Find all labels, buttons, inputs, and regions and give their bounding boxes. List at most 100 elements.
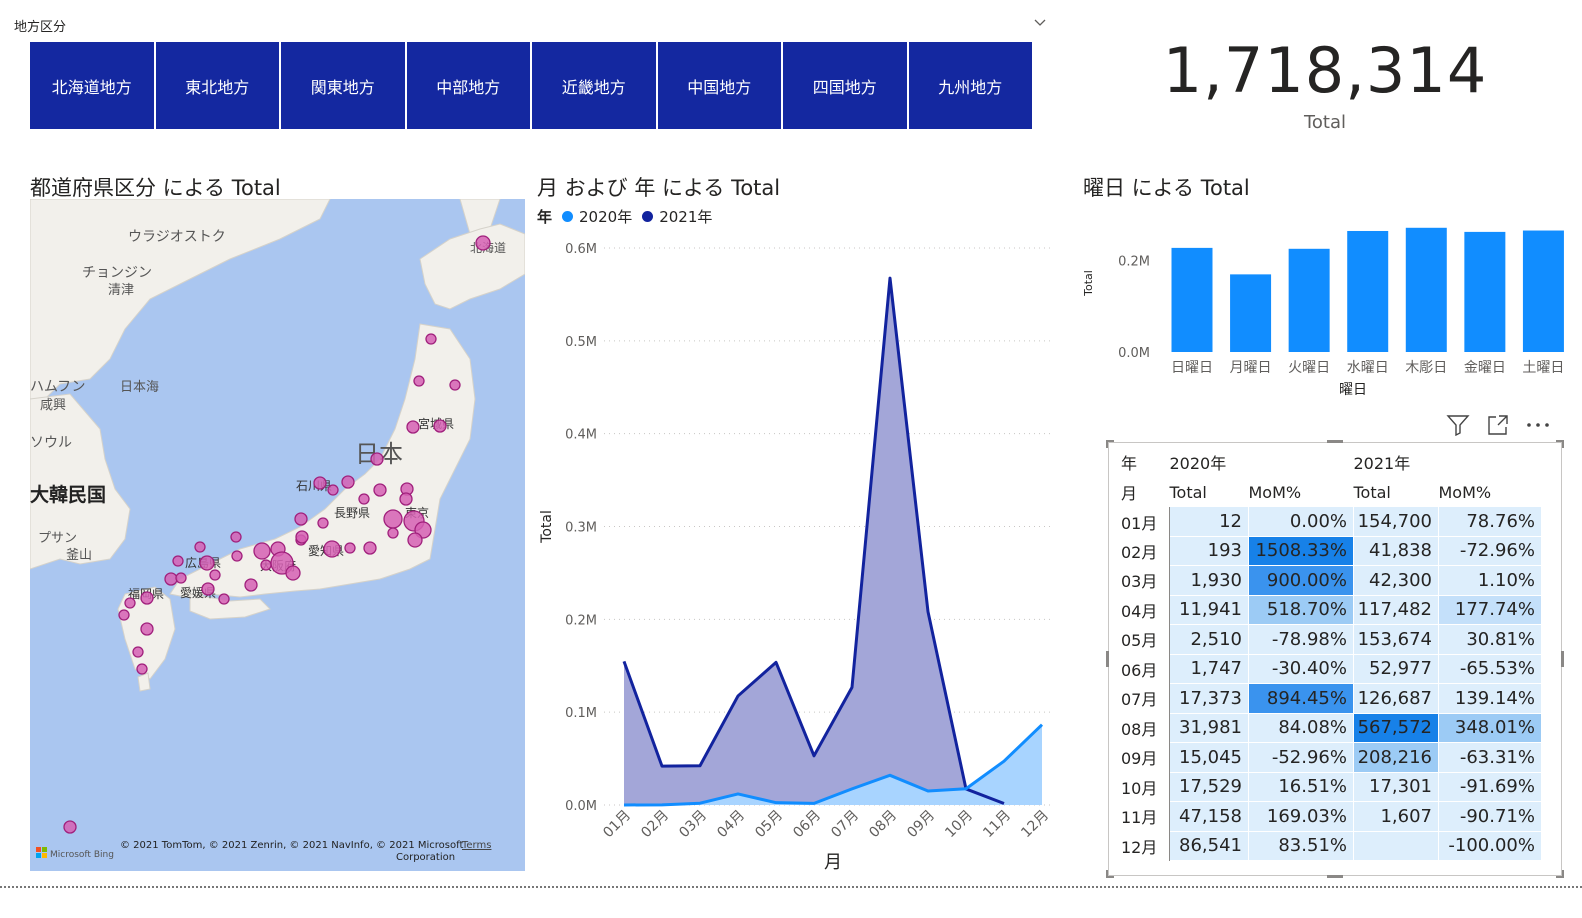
matrix-cell-total-2020[interactable]: 11,941	[1169, 595, 1249, 625]
matrix-cell-mom-2020[interactable]: 518.70%	[1248, 595, 1354, 625]
region-button-hokkaido[interactable]: 北海道地方	[30, 42, 156, 129]
matrix-row[interactable]: 03月 1,930 900.00% 42,300 1.10%	[1115, 565, 1542, 596]
matrix-visual[interactable]: 年 2020年 2021年 月 Total MoM% Total MoM% 01…	[1106, 440, 1564, 878]
matrix-cell-total-2020[interactable]: 17,373	[1169, 683, 1249, 714]
map-bubble[interactable]	[358, 493, 370, 505]
map-canvas[interactable]: ウラジオストク チョンジン 清津 ハムフン 咸興 ソウル 大韓民国 プサン 釜山…	[30, 199, 525, 871]
map-bubble[interactable]	[136, 663, 148, 675]
matrix-row[interactable]: 07月 17,373 894.45% 126,687 139.14%	[1115, 683, 1542, 714]
matrix-row[interactable]: 09月 15,045 -52.96% 208,216 -63.31%	[1115, 742, 1542, 773]
legend-item-2021[interactable]: 2021年	[659, 206, 712, 227]
matrix-cell-total-2020[interactable]: 1,747	[1169, 654, 1249, 684]
map-bubble[interactable]	[253, 542, 271, 560]
weekday-bar[interactable]	[1405, 227, 1447, 352]
resize-handle[interactable]	[1327, 875, 1343, 878]
matrix-row-header[interactable]: 03月	[1115, 565, 1170, 595]
matrix-cell-total-2021[interactable]	[1353, 831, 1439, 861]
matrix-cell-mom-2020[interactable]: 1508.33%	[1248, 536, 1354, 566]
matrix-cell-total-2021[interactable]: 153,674	[1353, 624, 1439, 655]
line-chart[interactable]: 0.0M 0.1M 0.2M 0.3M 0.4M 0.5M 0.6M Total 01月 02月 0…	[537, 230, 1057, 880]
map-bubble[interactable]	[399, 492, 413, 506]
matrix-header-mom-2021[interactable]: MoM%	[1439, 477, 1542, 507]
matrix-row[interactable]: 08月 31,981 84.08% 567,572 348.01%	[1115, 713, 1542, 743]
matrix-cell-mom-2020[interactable]: 169.03%	[1248, 801, 1354, 832]
map-bubble[interactable]	[407, 532, 423, 548]
map-bubble[interactable]	[373, 483, 387, 497]
map-bubble[interactable]	[164, 572, 178, 586]
weekday-bar-chart[interactable]: 0.0M 0.2M Total 日曜日 月曜日 火曜日 水曜日 木彫日 金曜日 土曜日 曜日	[1078, 205, 1568, 405]
matrix-cell-mom-2021[interactable]: -65.53%	[1438, 654, 1542, 684]
matrix-header-2021[interactable]: 2021年	[1354, 447, 1439, 477]
matrix-cell-mom-2021[interactable]: -91.69%	[1438, 772, 1542, 802]
matrix-cell-total-2020[interactable]: 47,158	[1169, 801, 1249, 832]
matrix-row[interactable]: 11月 47,158 169.03% 1,607 -90.71%	[1115, 801, 1542, 832]
matrix-cell-mom-2020[interactable]: -78.98%	[1248, 624, 1354, 655]
matrix-cell-mom-2021[interactable]: -100.00%	[1438, 831, 1542, 861]
map-bubble[interactable]	[218, 593, 230, 605]
map-bubble[interactable]	[118, 609, 130, 621]
resize-handle[interactable]	[1562, 870, 1564, 878]
area-series-2021[interactable]	[624, 278, 1004, 805]
resize-handle[interactable]	[1106, 651, 1109, 667]
weekday-bar[interactable]	[1347, 230, 1389, 352]
matrix-cell-mom-2021[interactable]: -72.96%	[1438, 536, 1542, 566]
matrix-cell-mom-2020[interactable]: 83.51%	[1248, 831, 1354, 861]
matrix-header-total-2021[interactable]: Total	[1354, 477, 1439, 507]
matrix-row-header[interactable]: 05月	[1115, 624, 1170, 654]
matrix-cell-total-2021[interactable]: 208,216	[1353, 742, 1439, 773]
weekday-bar[interactable]	[1288, 248, 1330, 352]
map-bubble[interactable]	[175, 572, 187, 584]
map-bubble[interactable]	[313, 476, 327, 490]
map-bubble[interactable]	[406, 420, 420, 434]
matrix-header-total-2020[interactable]: Total	[1170, 477, 1249, 507]
region-button-chugoku[interactable]: 中国地方	[657, 42, 783, 129]
matrix-row[interactable]: 01月 12 0.00% 154,700 78.76%	[1115, 507, 1542, 537]
matrix-row-header[interactable]: 02月	[1115, 536, 1170, 566]
map-bubble[interactable]	[201, 582, 215, 596]
matrix-row[interactable]: 12月 86,541 83.51% -100.00%	[1115, 831, 1542, 861]
matrix-cell-total-2020[interactable]: 12	[1169, 507, 1249, 537]
matrix-cell-mom-2020[interactable]: -52.96%	[1248, 742, 1354, 773]
matrix-row-header[interactable]: 06月	[1115, 654, 1170, 684]
weekday-bar[interactable]	[1171, 247, 1213, 352]
region-button-chubu[interactable]: 中部地方	[406, 42, 532, 129]
matrix-cell-total-2021[interactable]: 117,482	[1353, 595, 1439, 625]
matrix-row-header[interactable]: 04月	[1115, 595, 1170, 625]
map-bubble[interactable]	[140, 622, 154, 636]
map-bubble[interactable]	[323, 540, 341, 558]
matrix-cell-mom-2021[interactable]: 78.76%	[1438, 507, 1542, 537]
matrix-cell-total-2021[interactable]: 17,301	[1353, 772, 1439, 802]
matrix-row-header[interactable]: 08月	[1115, 713, 1170, 743]
resize-handle[interactable]	[1327, 440, 1343, 443]
more-options-icon[interactable]	[1525, 414, 1551, 436]
resize-handle[interactable]	[1561, 651, 1564, 667]
map-bubble[interactable]	[209, 569, 221, 581]
resize-handle[interactable]	[1106, 440, 1108, 448]
weekday-bar[interactable]	[1464, 231, 1506, 352]
map-bubble[interactable]	[327, 484, 339, 496]
matrix-header-mom-2020[interactable]: MoM%	[1249, 477, 1354, 507]
bubble-map[interactable]: ウラジオストク チョンジン 清津 ハムフン 咸興 ソウル 大韓民国 プサン 釜山…	[30, 199, 525, 871]
matrix-cell-mom-2021[interactable]: 30.81%	[1438, 624, 1542, 655]
region-button-shikoku[interactable]: 四国地方	[783, 42, 909, 129]
map-bubble[interactable]	[363, 541, 377, 555]
matrix-row[interactable]: 02月 193 1508.33% 41,838 -72.96%	[1115, 536, 1542, 566]
resize-handle[interactable]	[1106, 870, 1108, 878]
matrix-cell-total-2021[interactable]: 41,838	[1353, 536, 1439, 566]
map-bubble[interactable]	[140, 591, 154, 605]
matrix-row-header[interactable]: 01月	[1115, 507, 1170, 536]
map-bubble[interactable]	[425, 333, 437, 345]
matrix-cell-mom-2021[interactable]: -90.71%	[1438, 801, 1542, 832]
matrix-cell-total-2021[interactable]: 1,607	[1353, 801, 1439, 832]
region-button-kyushu[interactable]: 九州地方	[908, 42, 1032, 129]
region-button-kinki[interactable]: 近畿地方	[532, 42, 658, 129]
matrix-cell-total-2021[interactable]: 567,572	[1353, 713, 1439, 743]
matrix-cell-mom-2020[interactable]: 894.45%	[1248, 683, 1354, 714]
map-bubble[interactable]	[341, 475, 355, 489]
matrix-cell-total-2021[interactable]: 52,977	[1353, 654, 1439, 684]
map-bubble[interactable]	[199, 555, 215, 571]
legend-item-2020[interactable]: 2020年	[579, 206, 632, 227]
map-bubble[interactable]	[387, 527, 399, 539]
map-bubble[interactable]	[295, 530, 309, 544]
matrix-row-header[interactable]: 11月	[1115, 801, 1170, 831]
